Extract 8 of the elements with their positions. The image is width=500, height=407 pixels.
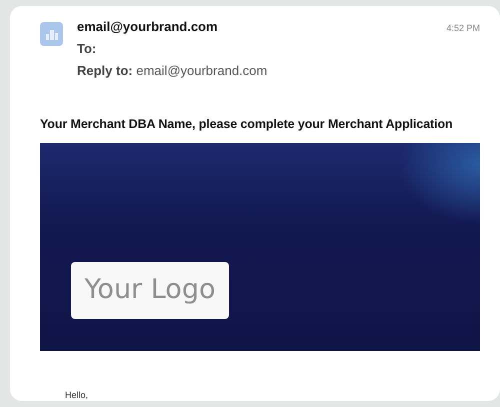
body-text: Hello, bbox=[65, 388, 90, 402]
sender-address: email@yourbrand.com bbox=[77, 18, 219, 36]
reply-to-address: email@yourbrand.com bbox=[136, 63, 268, 78]
timestamp: 4:52 PM bbox=[446, 22, 480, 35]
logo-text: Your Logo bbox=[84, 273, 216, 307]
reply-to-label: Reply to: bbox=[77, 63, 133, 78]
to-label: To: bbox=[77, 40, 98, 58]
email-subject: Your Merchant DBA Name, please complete your Merchant Application bbox=[40, 116, 454, 133]
